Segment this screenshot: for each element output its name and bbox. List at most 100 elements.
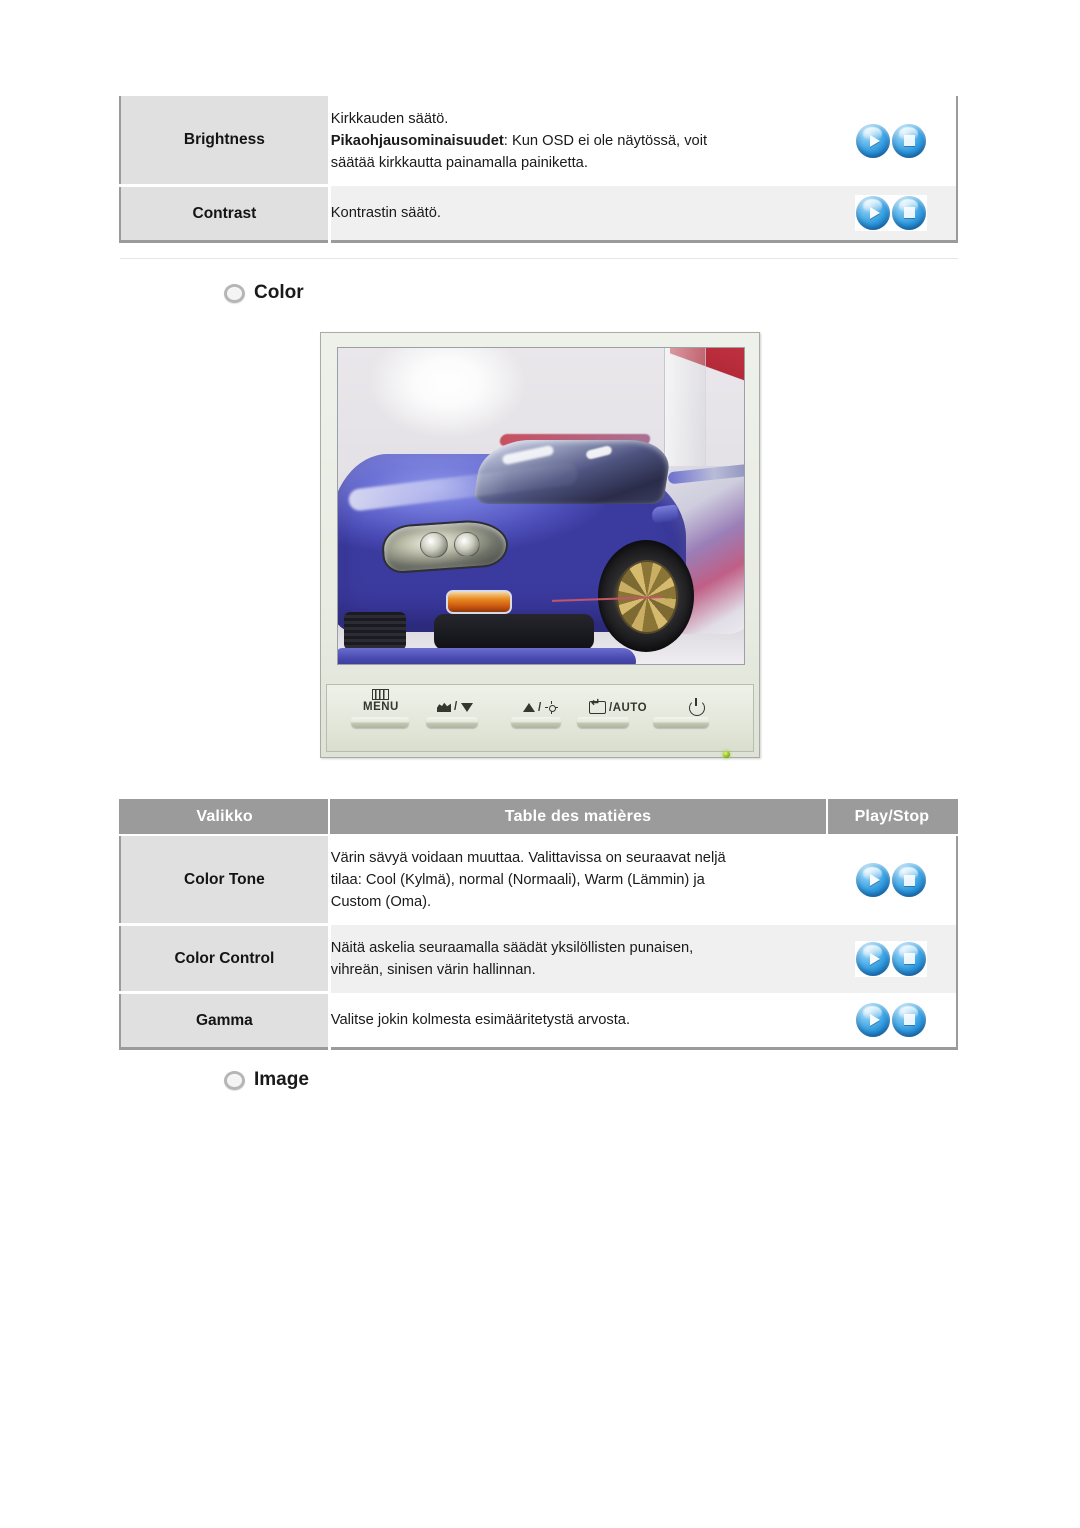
desc-bold-rest: : Kun OSD ei ole näytössä, voit: [503, 132, 708, 149]
section-heading-color: Color: [224, 282, 304, 304]
osd-up-brightness-label[interactable]: /: [523, 701, 558, 714]
osd-button-menu[interactable]: [351, 717, 409, 728]
front-lip-spoiler: [338, 648, 636, 664]
sports-car: [338, 432, 744, 664]
turn-signal: [446, 590, 512, 614]
osd-brightness-text: /: [538, 701, 542, 714]
play-icon[interactable]: [856, 1002, 891, 1037]
osd-power-label[interactable]: [689, 698, 708, 716]
menu-cell-gamma: Gamma: [120, 992, 331, 1049]
chevron-up-icon: [523, 703, 535, 712]
play-icon[interactable]: [856, 195, 891, 230]
desc-line: tilaa: Cool (Kylmä), normal (Normaali), …: [330, 872, 705, 889]
car-photo: [338, 348, 744, 664]
lower-grille: [434, 614, 594, 650]
osd-source-down-label[interactable]: /: [437, 701, 473, 713]
stop-glyph: [892, 863, 926, 897]
header-play-stop: Play/Stop: [826, 799, 957, 836]
play-stop-cell-brightness: [826, 96, 957, 186]
play-icon[interactable]: [856, 123, 891, 158]
desc-line: Värin sävyä voidaan muuttaa. Valittaviss…: [330, 850, 726, 867]
headlight-lamp-1: [420, 532, 448, 558]
table-row: Gamma Valitse jokin kolmesta esimääritet…: [120, 992, 957, 1049]
table-row: Contrast Kontrastin säätö.: [120, 185, 957, 242]
chevron-down-icon: [460, 702, 473, 712]
section-heading-image: Image: [224, 1069, 309, 1091]
stop-icon[interactable]: [892, 195, 927, 230]
source-icon: [437, 702, 451, 712]
desc-line: Custom (Oma).: [330, 894, 432, 911]
desc-line: Kontrastin säätö.: [330, 204, 441, 221]
enter-icon: [589, 698, 606, 714]
desc-line: Valitse jokin kolmesta esimääritetystä a…: [330, 1011, 631, 1028]
stop-icon[interactable]: [892, 863, 927, 898]
table-row: Brightness Kirkkauden säätö. Pikaohjauso…: [120, 96, 957, 187]
stop-glyph: [892, 124, 926, 158]
osd-button-up-brightness[interactable]: [511, 717, 561, 728]
play-stop-cell-contrast: [826, 185, 957, 242]
ring-bullet-icon: [224, 1070, 245, 1090]
osd-auto-text: /AUTO: [609, 701, 648, 714]
play-stop-cell-color-control: [826, 924, 957, 993]
play-stop-button-pair: [855, 122, 928, 159]
menu-icon: [372, 689, 390, 700]
header-table-des-matieres: Table des matières: [329, 799, 828, 836]
monitor-illustration: MENU / / /AUTO: [320, 332, 760, 758]
ring-bullet-icon: [224, 283, 245, 303]
brightness-sun-icon: [544, 701, 558, 714]
monitor-screen: [337, 347, 745, 665]
osd-menu-text: MENU: [363, 701, 399, 713]
osd-button-source-down[interactable]: [426, 717, 478, 728]
power-icon: [689, 698, 705, 716]
section-title: Color: [254, 282, 304, 303]
play-stop-button-pair: [855, 194, 928, 231]
power-led-indicator: [723, 751, 730, 758]
osd-enter-auto-label[interactable]: /AUTO: [589, 698, 648, 714]
desc-bold-term: Pikaohjausominaisuudet: [330, 132, 504, 149]
menu-cell-brightness: Brightness: [120, 96, 331, 187]
play-glyph: [856, 1003, 890, 1037]
menu-cell-contrast: Contrast: [120, 185, 331, 242]
menu-label: Color Tone: [184, 870, 265, 888]
brightness-contrast-table: Brightness Kirkkauden säätö. Pikaohjauso…: [119, 96, 958, 243]
menu-label: Color Control: [174, 949, 275, 967]
headlight-lamp-2: [454, 532, 480, 557]
desc-line: Kirkkauden säätö.: [330, 110, 449, 127]
osd-button-enter-auto[interactable]: [577, 717, 629, 728]
header-valikko: Valikko: [120, 799, 331, 836]
menu-cell-color-tone: Color Tone: [120, 835, 331, 926]
osd-menu-label[interactable]: MENU: [363, 689, 399, 714]
desc-line: Pikaohjausominaisuudet: Kun OSD ei ole n…: [331, 130, 827, 152]
menu-cell-color-control: Color Control: [120, 924, 331, 994]
play-icon[interactable]: [856, 941, 891, 976]
menu-label: Gamma: [195, 1011, 253, 1029]
stop-glyph: [892, 1003, 926, 1037]
stop-glyph: [892, 196, 926, 230]
osd-button-power[interactable]: [653, 717, 709, 728]
play-stop-button-pair: [855, 940, 928, 977]
table-header-row: Valikko Table des matières Play/Stop: [120, 799, 957, 836]
stop-icon[interactable]: [892, 123, 927, 158]
description-cell-contrast: Kontrastin säätö.: [329, 185, 827, 242]
play-glyph: [856, 863, 890, 897]
menu-label: Brightness: [183, 131, 265, 148]
description-cell-color-control: Näitä askelia seuraamalla säädät yksilöl…: [329, 924, 827, 993]
play-glyph: [856, 942, 890, 976]
desc-line: Näitä askelia seuraamalla säädät yksilöl…: [330, 939, 694, 956]
play-glyph: [856, 196, 890, 230]
play-stop-cell-gamma: [826, 992, 957, 1049]
osd-button-row: [327, 717, 753, 758]
play-glyph: [856, 124, 890, 158]
section-divider: [120, 258, 958, 259]
description-cell-brightness: Kirkkauden säätö. Pikaohjausominaisuudet…: [329, 96, 827, 186]
desc-line: vihreän, sinisen värin hallinnan.: [330, 961, 536, 978]
menu-label: Contrast: [192, 204, 257, 222]
color-settings-table: Valikko Table des matières Play/Stop Col…: [119, 799, 958, 1050]
stop-icon[interactable]: [892, 1002, 927, 1037]
section-title: Image: [254, 1069, 309, 1090]
stop-glyph: [892, 942, 926, 976]
stop-icon[interactable]: [892, 941, 927, 976]
play-stop-cell-color-tone: [826, 835, 957, 925]
play-icon[interactable]: [856, 863, 891, 898]
osd-source-text: /: [454, 701, 458, 713]
